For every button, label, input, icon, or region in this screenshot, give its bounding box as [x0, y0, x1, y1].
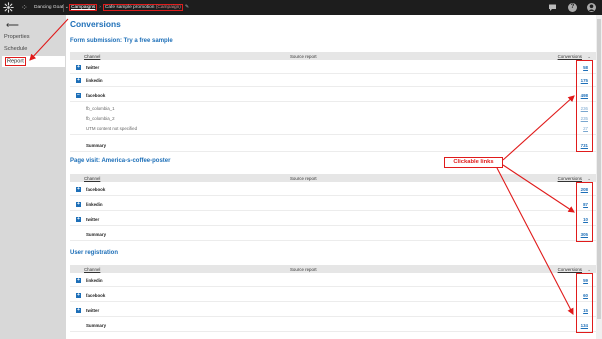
report-content: Conversions Form submission: Try a free … [66, 15, 596, 339]
table-row: + linkedin 59 [70, 274, 596, 287]
expand-icon[interactable]: + [76, 308, 81, 313]
section-title-form-submission: Form submission: Try a free sample [70, 38, 173, 44]
page-title: Conversions [70, 19, 121, 29]
expand-icon[interactable]: + [76, 217, 81, 222]
expand-icon[interactable]: + [76, 78, 81, 83]
summary-label: Summary [86, 323, 107, 328]
channel-name: twitter [86, 217, 100, 222]
channel-name: facebook [86, 93, 106, 98]
column-header-conversions[interactable]: Conversions [558, 267, 582, 272]
table-header: Channel Source report Conversions ⌄ [70, 174, 596, 182]
table-header: Channel Source report Conversions ⌄ [70, 52, 596, 60]
channel-name: linkedin [86, 78, 103, 83]
breadcrumb: Campaigns › Cafe sample promotion (Campaig… [69, 3, 189, 11]
summary-label: Summary [86, 143, 107, 148]
table-row: + facebook 208 [70, 183, 596, 196]
channel-name: linkedin [86, 202, 103, 207]
collapse-icon[interactable]: − [76, 93, 81, 98]
sort-chevron-icon[interactable]: ⌄ [587, 54, 591, 60]
channel-name: facebook [86, 187, 106, 192]
summary-row: Summary 305 [70, 228, 596, 241]
channel-name: twitter [86, 308, 100, 313]
sort-chevron-icon[interactable]: ⌄ [587, 267, 591, 273]
table-row: − facebook 498 [70, 89, 596, 102]
utm-content-name: UTM content not specified [86, 126, 138, 131]
clickable-links-callout: Clickable links [444, 157, 503, 168]
kentico-logo-icon[interactable] [3, 2, 14, 13]
sidebar: ⟵ Properties Schedule Report [0, 15, 66, 339]
expand-icon[interactable]: + [76, 202, 81, 207]
expand-icon[interactable]: + [76, 187, 81, 192]
scrollbar-thumb[interactable] [597, 19, 601, 319]
breadcrumb-campaigns-link[interactable]: Campaigns [71, 5, 95, 10]
chat-icon[interactable] [548, 3, 557, 12]
column-header-source-report: Source report [290, 54, 317, 59]
channel-name: facebook [86, 293, 106, 298]
column-header-channel[interactable]: Channel [84, 176, 100, 181]
table-row: + linkedin 87 [70, 198, 596, 211]
breadcrumb-current: Cafe sample promotion [104, 4, 155, 10]
table-row: + twitter 10 [70, 213, 596, 226]
utm-content-name: fb_colombia_1 [86, 106, 115, 111]
table-row: + twitter 15 [70, 304, 596, 317]
highlight-box [576, 182, 593, 242]
summary-row: Summary 731 [70, 139, 596, 152]
expand-icon[interactable]: + [76, 278, 81, 283]
column-header-conversions[interactable]: Conversions [558, 176, 582, 181]
section-title-user-registration: User registration [70, 250, 119, 256]
column-header-source-report: Source report [290, 176, 317, 181]
table-row: + facebook 60 [70, 289, 596, 302]
column-header-channel[interactable]: Channel [84, 54, 100, 59]
table-row: + linkedin 175 [70, 74, 596, 87]
expand-icon[interactable]: + [76, 293, 81, 298]
back-arrow-icon[interactable]: ⟵ [6, 20, 19, 31]
channel-name: linkedin [86, 278, 103, 283]
edit-icon[interactable]: ✎ [185, 5, 189, 10]
table-header: Channel Source report Conversions ⌄ [70, 265, 596, 273]
column-header-channel[interactable]: Channel [84, 267, 100, 272]
utm-content-name: fb_colombia_2 [86, 116, 115, 121]
section-title-page-visit: Page visit: America-s-coffee-poster [70, 158, 171, 164]
highlight-box [576, 60, 593, 152]
top-bar: ⁘ Dancing Goat ⌄ Campaigns › Cafe sample p… [0, 0, 602, 15]
sidebar-item-properties[interactable]: Properties [4, 34, 30, 40]
applications-menu-icon[interactable]: ⁘ [21, 3, 30, 12]
column-header-conversions[interactable]: Conversions [558, 54, 582, 59]
sidebar-item-schedule[interactable]: Schedule [4, 46, 27, 52]
user-avatar-icon[interactable] [587, 3, 596, 12]
column-header-source-report: Source report [290, 267, 317, 272]
table-row-sub: UTM content not specified 27 [70, 122, 596, 135]
expand-icon[interactable]: + [76, 65, 81, 70]
highlight-box [576, 273, 593, 333]
help-icon[interactable]: ? [568, 3, 577, 12]
sidebar-item-report[interactable]: Report [2, 56, 65, 67]
sort-chevron-icon[interactable]: ⌄ [587, 176, 591, 182]
sidebar-item-report-label: Report [5, 57, 26, 66]
summary-label: Summary [86, 232, 107, 237]
channel-name: twitter [86, 65, 100, 70]
summary-row: Summary 134 [70, 319, 596, 332]
table-row: + twitter 58 [70, 61, 596, 74]
divider [63, 3, 64, 12]
breadcrumb-type-tag: (Campaign) [155, 4, 181, 10]
